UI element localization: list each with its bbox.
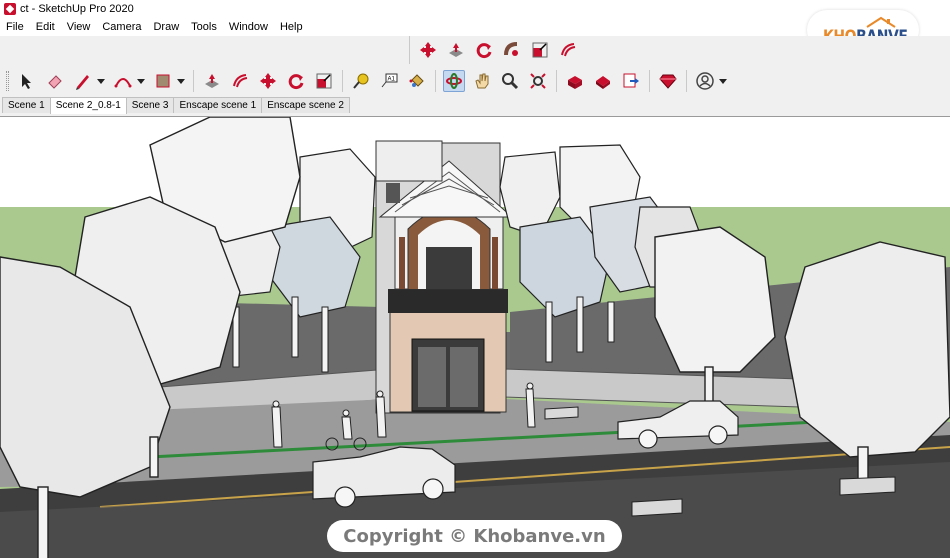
push-pull-icon[interactable] bbox=[201, 70, 223, 92]
pencil-line-icon[interactable] bbox=[72, 70, 94, 92]
orbit-icon[interactable] bbox=[443, 70, 465, 92]
scene-tab-2[interactable]: Scene 2_0.8-1 bbox=[49, 97, 127, 114]
push-pull-icon[interactable] bbox=[445, 39, 467, 61]
house-balcony bbox=[388, 289, 508, 313]
house-door-glass bbox=[450, 347, 478, 407]
rotate-icon[interactable] bbox=[473, 39, 495, 61]
arc-icon[interactable] bbox=[112, 70, 134, 92]
tape-measure-icon[interactable] bbox=[350, 70, 372, 92]
house-column bbox=[492, 237, 498, 289]
house-window bbox=[426, 247, 472, 289]
menu-edit[interactable]: Edit bbox=[30, 21, 61, 33]
move-icon[interactable] bbox=[417, 39, 439, 61]
pan-hand-icon[interactable] bbox=[471, 70, 493, 92]
toolbar-separator bbox=[686, 70, 687, 92]
user-account-dropdown[interactable] bbox=[719, 78, 727, 84]
toolbar-separator bbox=[649, 70, 650, 92]
model-scene bbox=[0, 117, 950, 558]
toolbar-edit bbox=[409, 36, 582, 64]
scene-tab-1[interactable]: Scene 1 bbox=[2, 97, 51, 113]
house-door-glass bbox=[418, 347, 446, 407]
rectangle-dropdown[interactable] bbox=[177, 78, 185, 84]
townhouse-model bbox=[375, 140, 514, 414]
pencil-line-dropdown[interactable] bbox=[97, 78, 105, 84]
move-icon[interactable] bbox=[257, 70, 279, 92]
menu-camera[interactable]: Camera bbox=[96, 21, 147, 33]
user-account-icon[interactable] bbox=[694, 70, 716, 92]
svg-text:A1: A1 bbox=[388, 77, 396, 83]
toolbar-separator bbox=[342, 70, 343, 92]
extension-warehouse-icon[interactable] bbox=[592, 70, 614, 92]
zoom-extents-icon[interactable] bbox=[527, 70, 549, 92]
toolbar-separator bbox=[193, 70, 194, 92]
toolbar-separator bbox=[556, 70, 557, 92]
tree-trunk bbox=[149, 436, 159, 478]
toolbar-separator bbox=[435, 70, 436, 92]
scale-icon[interactable] bbox=[529, 39, 551, 61]
toolbar-area: A1 bbox=[0, 36, 950, 96]
window-title: ct - SketchUp Pro 2020 bbox=[20, 3, 134, 15]
house-column bbox=[399, 237, 405, 289]
scale-icon[interactable] bbox=[313, 70, 335, 92]
toolbar-large: A1 bbox=[4, 66, 731, 96]
house-side-window bbox=[386, 183, 400, 203]
paint-bucket-icon[interactable] bbox=[406, 70, 428, 92]
select-arrow-icon[interactable] bbox=[16, 70, 38, 92]
model-viewport[interactable] bbox=[0, 116, 950, 558]
text-label-icon[interactable]: A1 bbox=[378, 70, 400, 92]
menu-view[interactable]: View bbox=[61, 21, 97, 33]
menu-help[interactable]: Help bbox=[274, 21, 309, 33]
ruby-extension-icon[interactable] bbox=[657, 70, 679, 92]
eraser-icon[interactable] bbox=[44, 70, 66, 92]
layout-send-icon[interactable] bbox=[620, 70, 642, 92]
scene-tab-enscape-1[interactable]: Enscape scene 1 bbox=[173, 97, 263, 113]
menu-file[interactable]: File bbox=[0, 21, 30, 33]
menu-draw[interactable]: Draw bbox=[147, 21, 185, 33]
rectangle-icon[interactable] bbox=[152, 70, 174, 92]
tree-trunk bbox=[704, 366, 714, 403]
rotate-icon[interactable] bbox=[285, 70, 307, 92]
menu-window[interactable]: Window bbox=[223, 21, 274, 33]
tree-canopy-far-right bbox=[784, 241, 950, 458]
scene-tabs: Scene 1 Scene 2_0.8-1 Scene 3 Enscape sc… bbox=[2, 97, 350, 114]
offset-icon[interactable] bbox=[557, 39, 579, 61]
sketchup-window: ct - SketchUp Pro 2020 File Edit View Ca… bbox=[0, 0, 950, 558]
tree-trunk bbox=[37, 486, 49, 558]
follow-me-icon[interactable] bbox=[501, 39, 523, 61]
scene-tab-enscape-2[interactable]: Enscape scene 2 bbox=[261, 97, 350, 113]
copyright-watermark: Copyright © Khobanve.vn bbox=[327, 520, 622, 552]
scene-tab-3[interactable]: Scene 3 bbox=[125, 97, 175, 113]
arc-dropdown[interactable] bbox=[137, 78, 145, 84]
offset-icon[interactable] bbox=[229, 70, 251, 92]
house-top bbox=[375, 140, 443, 182]
toolbar-grip[interactable] bbox=[6, 71, 9, 91]
sketchup-app-icon bbox=[4, 3, 16, 15]
menu-tools[interactable]: Tools bbox=[185, 21, 223, 33]
3d-warehouse-icon[interactable] bbox=[564, 70, 586, 92]
zoom-icon[interactable] bbox=[499, 70, 521, 92]
